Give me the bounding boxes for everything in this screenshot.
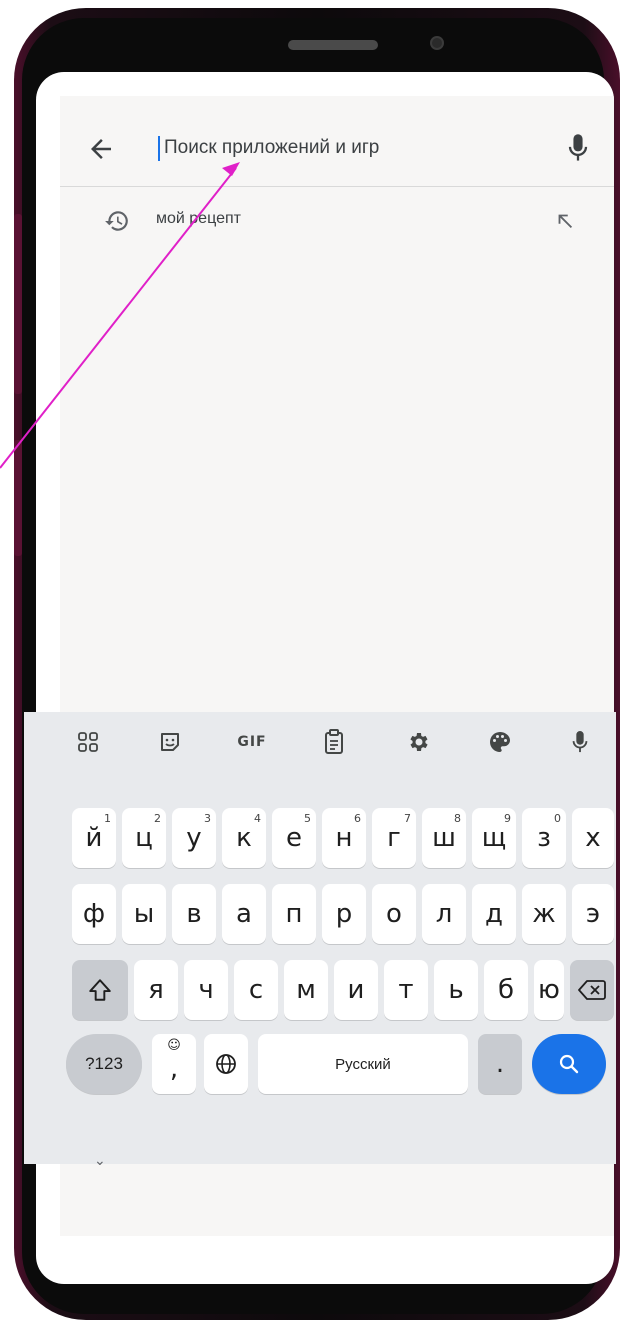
language-key[interactable] [204, 1034, 248, 1094]
emoji-icon: ☺ [167, 1038, 181, 1053]
key-е[interactable]: е5 [272, 808, 316, 868]
front-camera [430, 36, 444, 50]
history-icon [105, 211, 128, 231]
sticker-button[interactable] [152, 726, 188, 758]
key-щ[interactable]: щ9 [472, 808, 516, 868]
back-button[interactable] [86, 134, 116, 164]
period-key[interactable]: . [478, 1034, 522, 1094]
key-б[interactable]: б [484, 960, 528, 1020]
keyboard-toolbar: GIF [24, 712, 616, 772]
voice-search-button[interactable] [564, 132, 592, 164]
key-й[interactable]: й1 [72, 808, 116, 868]
gear-icon [410, 733, 428, 751]
keyboard-hide-chevron[interactable]: ⌄ [94, 1152, 106, 1169]
history-item-label: мой рецепт [156, 210, 241, 227]
key-х[interactable]: х [572, 808, 614, 868]
key-г[interactable]: г7 [372, 808, 416, 868]
key-я[interactable]: я [134, 960, 178, 1020]
shift-icon [89, 979, 111, 1001]
microphone-icon [568, 134, 588, 161]
key-э[interactable]: э [572, 884, 614, 944]
symbols-key[interactable]: ?123 [66, 1034, 142, 1094]
key-в[interactable]: в [172, 884, 216, 944]
keyboard-voice-button[interactable] [562, 726, 598, 758]
backspace-icon [578, 980, 606, 1000]
key-ч[interactable]: ч [184, 960, 228, 1020]
key-п[interactable]: п [272, 884, 316, 944]
search-icon [559, 1054, 579, 1074]
palette-icon [490, 732, 510, 752]
microphone-icon [572, 731, 588, 753]
key-з[interactable]: з0 [522, 808, 566, 868]
key-ы[interactable]: ы [122, 884, 166, 944]
onscreen-keyboard: GIF й 1 ц 2 у 3 к 4 е 5 н 6 г 7 ш 8 щ 9 … [24, 712, 616, 1168]
clipboard-icon [325, 729, 343, 754]
key-н[interactable]: н6 [322, 808, 366, 868]
arrow-left-icon [91, 139, 111, 159]
shift-key[interactable] [72, 960, 128, 1020]
clipboard-button[interactable] [316, 726, 352, 758]
apps-grid-button[interactable] [70, 726, 106, 758]
key-д[interactable]: д [472, 884, 516, 944]
key-к[interactable]: к4 [222, 808, 266, 868]
key-м[interactable]: м [284, 960, 328, 1020]
key-с[interactable]: с [234, 960, 278, 1020]
search-history-item[interactable]: мой рецепт [60, 200, 614, 248]
key-у[interactable]: у3 [172, 808, 216, 868]
search-bar [60, 96, 614, 187]
volume-button [14, 214, 22, 394]
arrow-up-left-icon[interactable] [554, 210, 576, 232]
search-input[interactable] [164, 132, 534, 164]
grid-icon [78, 732, 98, 752]
space-key[interactable]: Русский [258, 1034, 468, 1094]
settings-button[interactable] [400, 726, 436, 758]
key-р[interactable]: р [322, 884, 366, 944]
comma-emoji-key[interactable]: ☺ , [152, 1034, 196, 1094]
key-ю[interactable]: ю [534, 960, 564, 1020]
key-а[interactable]: а [222, 884, 266, 944]
key-ь[interactable]: ь [434, 960, 478, 1020]
theme-button[interactable] [482, 726, 518, 758]
key-т[interactable]: т [384, 960, 428, 1020]
globe-icon [216, 1054, 236, 1074]
search-enter-key[interactable] [532, 1034, 606, 1094]
key-ф[interactable]: ф [72, 884, 116, 944]
earpiece-speaker [288, 40, 378, 50]
key-ж[interactable]: ж [522, 884, 566, 944]
bixby-button [14, 440, 22, 556]
key-ц[interactable]: ц2 [122, 808, 166, 868]
text-cursor [158, 136, 160, 161]
key-ш[interactable]: ш8 [422, 808, 466, 868]
sticker-icon [161, 733, 179, 751]
key-и[interactable]: и [334, 960, 378, 1020]
key-о[interactable]: о [372, 884, 416, 944]
key-л[interactable]: л [422, 884, 466, 944]
gif-button[interactable]: GIF [234, 726, 270, 758]
backspace-key[interactable] [570, 960, 614, 1020]
